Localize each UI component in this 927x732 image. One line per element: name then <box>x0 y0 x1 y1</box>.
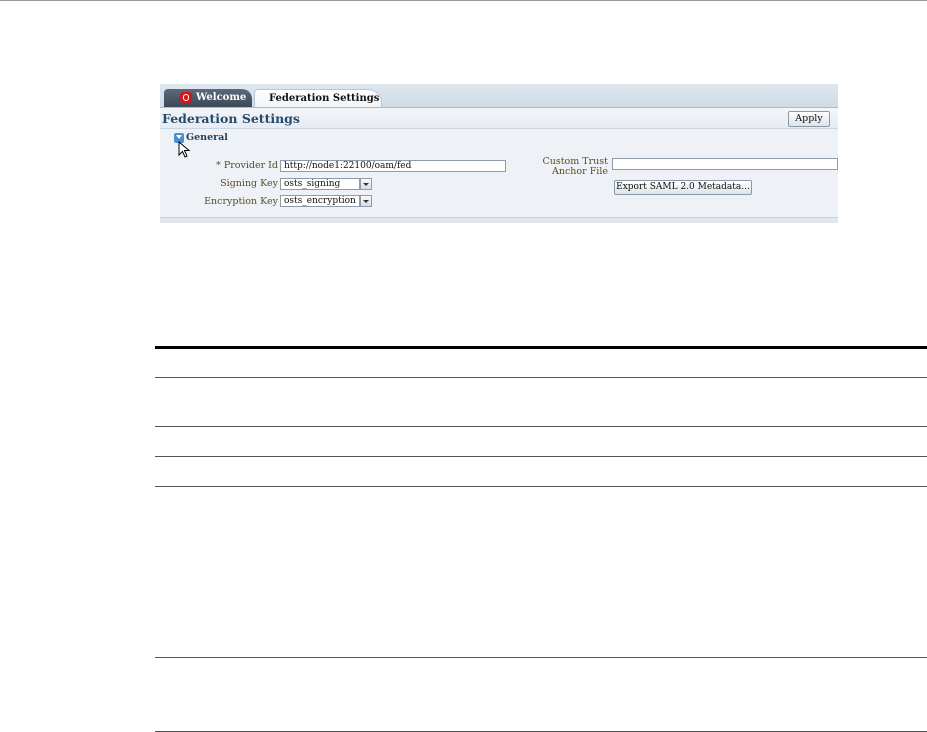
table-row-divider <box>155 486 927 487</box>
signing-key-label: Signing Key <box>220 178 278 189</box>
encryption-key-select[interactable]: osts_encryption <box>280 195 372 207</box>
custom-trust-anchor-label: Custom Trust Anchor File <box>542 156 608 177</box>
page-top-rule <box>0 0 927 1</box>
encryption-key-dropdown-icon[interactable] <box>360 195 372 207</box>
federation-settings-screenshot: Welcome Federation Settings Federation S… <box>160 84 838 223</box>
tab-federation-settings[interactable]: Federation Settings <box>254 89 382 107</box>
signing-key-select[interactable]: osts_signing <box>280 178 372 190</box>
table-row-divider <box>155 657 927 658</box>
custom-trust-anchor-input[interactable] <box>612 158 838 170</box>
table-row-divider <box>155 456 927 457</box>
oracle-logo-icon <box>180 92 192 103</box>
signing-key-dropdown-icon[interactable] <box>360 178 372 190</box>
table-row-divider <box>155 426 927 427</box>
panel-header: Federation Settings <box>160 108 838 129</box>
encryption-key-label: Encryption Key <box>204 196 278 207</box>
tab-bar: Welcome Federation Settings <box>160 84 838 108</box>
tab-federation-settings-label: Federation Settings <box>269 93 380 104</box>
table-row-divider <box>155 377 927 378</box>
mouse-pointer-icon <box>178 141 191 158</box>
signing-key-value: osts_signing <box>280 178 360 190</box>
apply-button[interactable]: Apply <box>788 111 830 127</box>
general-section-label: General <box>186 132 228 143</box>
table-top-rule <box>155 346 927 349</box>
tab-welcome-label: Welcome <box>196 92 247 103</box>
export-saml-metadata-button[interactable]: Export SAML 2.0 Metadata... <box>614 180 752 195</box>
provider-id-input[interactable]: http://node1:22100/oam/fed <box>280 160 506 172</box>
provider-id-label: * Provider Id <box>216 160 278 171</box>
tab-welcome[interactable]: Welcome <box>164 89 252 107</box>
page-title: Federation Settings <box>162 111 300 126</box>
panel-bottom-bar <box>160 217 838 223</box>
required-marker: * <box>216 160 221 171</box>
encryption-key-value: osts_encryption <box>280 195 360 207</box>
